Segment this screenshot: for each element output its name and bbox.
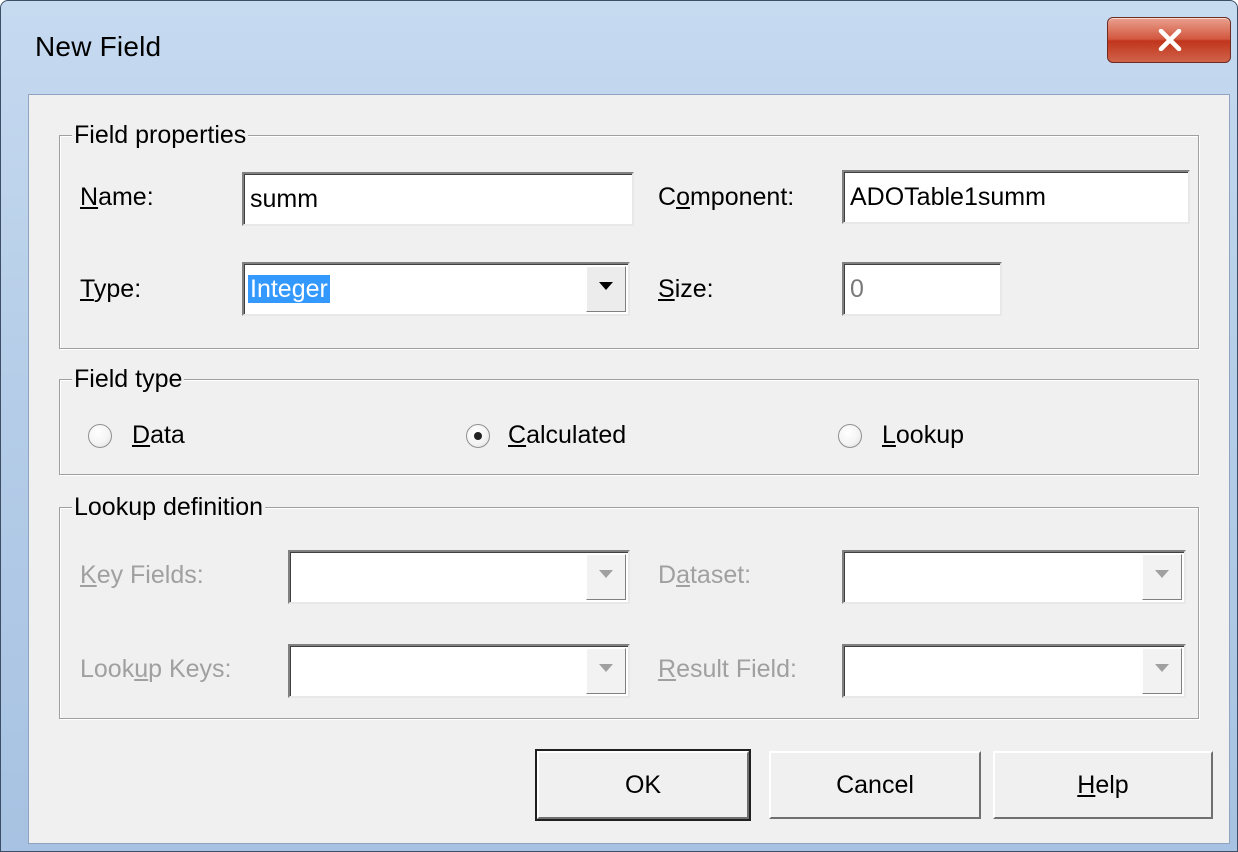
- cancel-button[interactable]: Cancel: [769, 751, 981, 819]
- field-type-legend: Field type: [72, 364, 185, 394]
- dataset-label: Dataset:: [658, 561, 752, 589]
- result-field-select[interactable]: [842, 644, 1186, 698]
- chevron-down-icon: [1155, 570, 1169, 578]
- dataset-select[interactable]: [842, 550, 1186, 604]
- close-icon: [1158, 29, 1182, 51]
- radio-lookup-label[interactable]: Lookup: [882, 420, 964, 450]
- key-fields-dropdown-button[interactable]: [586, 554, 626, 600]
- help-button[interactable]: Help: [993, 751, 1213, 819]
- size-label: Size:: [658, 275, 714, 303]
- close-button[interactable]: [1107, 17, 1231, 63]
- lookup-keys-select[interactable]: [288, 644, 630, 698]
- type-select[interactable]: Integer: [242, 262, 630, 316]
- result-field-dropdown-button[interactable]: [1142, 648, 1182, 694]
- chevron-down-icon: [599, 664, 613, 672]
- result-field-label: Result Field:: [658, 655, 797, 683]
- window-title: New Field: [35, 31, 162, 62]
- component-label: Component:: [658, 183, 795, 211]
- radio-selected-dot: [474, 432, 482, 440]
- title-bar[interactable]: New Field: [1, 1, 1237, 99]
- field-properties-legend: Field properties: [72, 120, 249, 150]
- type-selected-value: Integer: [248, 275, 330, 303]
- new-field-dialog: New Field Field properties Name: summ Co…: [0, 0, 1238, 852]
- field-properties-group: Field properties Name: summ Component: A…: [59, 120, 1199, 349]
- field-type-group: Field type Data Calculated Lookup: [59, 364, 1199, 475]
- radio-data[interactable]: [88, 424, 112, 448]
- type-label: Type:: [80, 275, 142, 303]
- radio-lookup[interactable]: [838, 424, 862, 448]
- chevron-down-icon: [599, 570, 613, 578]
- name-input[interactable]: summ: [242, 172, 634, 226]
- chevron-down-icon: [599, 282, 613, 290]
- size-input[interactable]: 0: [842, 262, 1002, 316]
- lookup-keys-label: Lookup Keys:: [80, 655, 232, 683]
- lookup-definition-legend: Lookup definition: [72, 492, 266, 522]
- radio-calculated[interactable]: [466, 424, 490, 448]
- key-fields-label: Key Fields:: [80, 561, 204, 589]
- dialog-client-area: Field properties Name: summ Component: A…: [28, 94, 1230, 844]
- radio-data-label[interactable]: Data: [132, 420, 185, 450]
- key-fields-select[interactable]: [288, 550, 630, 604]
- chevron-down-icon: [1155, 664, 1169, 672]
- component-input[interactable]: ADOTable1summ: [842, 170, 1190, 224]
- type-dropdown-button[interactable]: [586, 266, 626, 312]
- radio-calculated-label[interactable]: Calculated: [508, 420, 626, 450]
- name-label: Name:: [80, 183, 154, 211]
- lookup-definition-group: Lookup definition Key Fields: Dataset: L…: [59, 492, 1199, 719]
- ok-button[interactable]: OK: [535, 749, 751, 821]
- dataset-dropdown-button[interactable]: [1142, 554, 1182, 600]
- lookup-keys-dropdown-button[interactable]: [586, 648, 626, 694]
